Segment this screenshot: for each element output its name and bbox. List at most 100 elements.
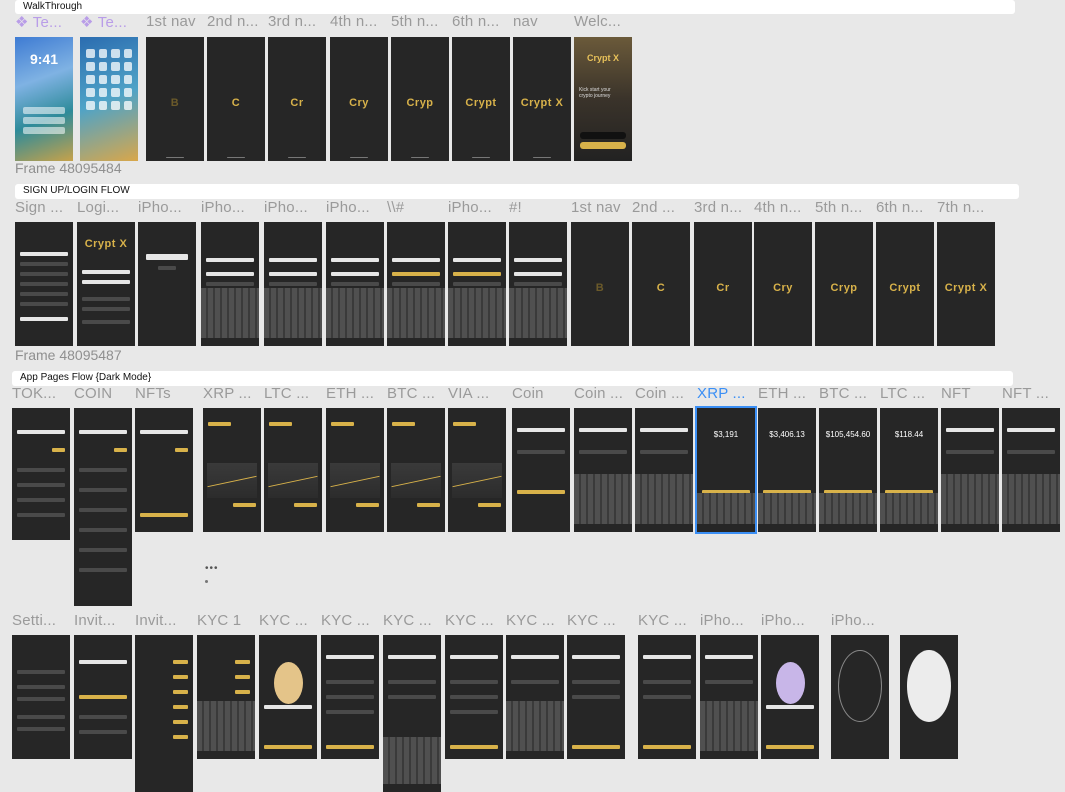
splash-screen-5[interactable]: Cryp [391,37,449,161]
frame-label[interactable]: Coin [512,385,570,402]
splash-screen-3[interactable]: Cr [694,222,752,346]
frame-title[interactable]: Frame 48095487 [15,347,122,363]
frame-label[interactable]: NFTs [135,385,193,402]
frame-label[interactable]: KYC ... [506,612,564,629]
frame-label[interactable]: 5th n... [815,199,873,216]
documents-submitted-screen[interactable] [761,635,819,759]
frame-label[interactable]: #! [509,199,567,216]
token-screen[interactable] [12,408,70,540]
frame-label[interactable]: BTC ... [819,385,877,402]
btc-amount-screen[interactable]: $105,454.60 [819,408,877,532]
password-screen[interactable] [201,222,259,346]
kyc-screen[interactable] [445,635,503,759]
frame-label[interactable]: KYC ... [567,612,625,629]
frame-label[interactable]: 4th n... [330,13,388,30]
nft-amount-screen[interactable] [1002,408,1060,532]
xrp-amount-screen[interactable]: $3,191 [695,406,757,534]
frame-label[interactable]: Logi... [77,199,135,216]
frame-label[interactable]: XRP ... [203,385,261,402]
frame-label[interactable]: TOK... [12,385,70,402]
frame-label[interactable]: ETH ... [326,385,384,402]
frame-label[interactable]: \\# [387,199,445,216]
kyc-screen[interactable] [321,635,379,759]
frame-label[interactable]: ETH ... [758,385,816,402]
password-screen[interactable] [448,222,506,346]
frame-label[interactable]: 7th n... [937,199,995,216]
frame-label[interactable]: NFT ... [1002,385,1060,402]
kyc-screen[interactable] [383,635,441,792]
frame-label[interactable]: Setti... [12,612,70,629]
ltc-amount-screen[interactable]: $118.44 [880,408,938,532]
frame-label[interactable]: 1st nav [571,199,629,216]
frame-label[interactable]: KYC ... [445,612,503,629]
splash-screen-1[interactable]: B [571,222,629,346]
splash-screen-2[interactable]: C [632,222,690,346]
coin-screen[interactable] [74,408,132,606]
walkthrough-banner[interactable]: WalkThrough [15,0,1015,14]
frame-label[interactable]: 6th n... [876,199,934,216]
frame-label[interactable]: Welc... [574,13,632,30]
face-scan-screen[interactable] [831,635,889,759]
frame-label[interactable]: 4th n... [754,199,812,216]
frame-label[interactable]: iPho... [448,199,506,216]
frame-label[interactable]: iPho... [201,199,259,216]
frame-label[interactable]: KYC ... [321,612,379,629]
kyc-screen[interactable] [259,635,317,759]
frame-label[interactable]: Sign ... [15,199,73,216]
nfts-screen[interactable] [135,408,193,532]
splash-screen-1[interactable]: B [146,37,204,161]
frame-label[interactable]: BTC ... [387,385,445,402]
eth-amount-screen[interactable]: $3,406.13 [758,408,816,532]
splash-screen-4[interactable]: Cry [754,222,812,346]
frame-label-selected[interactable]: XRP ... [697,385,755,402]
frame-label[interactable]: iPho... [138,199,196,216]
frame-label[interactable]: NFT [941,385,999,402]
signup-banner[interactable]: SIGN UP/LOGIN FLOW [15,184,1019,199]
invite-contacts-screen[interactable] [135,635,193,792]
frame-label[interactable]: VIA ... [448,385,506,402]
xrp-chart-screen[interactable] [203,408,261,532]
frame-label[interactable]: 3rd n... [268,13,326,30]
frame-label[interactable]: KYC ... [259,612,317,629]
frame-label[interactable]: 3rd n... [694,199,752,216]
frame-label[interactable]: KYC ... [638,612,696,629]
frame-label[interactable]: 1st nav [146,13,204,30]
coin-amount-screen[interactable] [512,408,570,532]
invite-contacts-screen[interactable] [197,635,255,759]
frame-label[interactable]: iPho... [831,612,889,629]
btc-chart-screen[interactable] [387,408,445,532]
splash-screen-7[interactable]: Crypt X [513,37,571,161]
get-started-button[interactable] [580,142,626,149]
splash-screen-6[interactable]: Crypt [876,222,934,346]
frame-label[interactable]: ❖ Te... [80,13,140,31]
settings-screen[interactable] [12,635,70,759]
coin-amount-screen[interactable] [574,408,632,532]
frame-label[interactable]: iPho... [326,199,384,216]
splash-screen-4[interactable]: Cry [330,37,388,161]
frame-label[interactable]: Invit... [74,612,132,629]
eth-chart-screen[interactable] [326,408,384,532]
lock-screen[interactable]: 9:41 [15,37,73,161]
frame-label[interactable]: 5th n... [391,13,449,30]
frame-label[interactable]: 6th n... [452,13,510,30]
splash-screen-6[interactable]: Crypt [452,37,510,161]
frame-label[interactable]: iPho... [264,199,322,216]
kyc-screen[interactable] [506,635,564,759]
frame-label[interactable]: KYC ... [383,612,441,629]
password-screen[interactable] [387,222,445,346]
frame-label[interactable]: iPho... [700,612,758,629]
signup-screen[interactable] [15,222,73,346]
welcome-screen[interactable]: Crypt X Kick start your crypto journey [574,37,632,161]
frame-label[interactable]: LTC ... [880,385,938,402]
frame-label[interactable]: 2nd n... [207,13,265,30]
frame-label[interactable]: Coin ... [574,385,632,402]
ltc-chart-screen[interactable] [264,408,322,532]
password-screen[interactable] [509,222,567,346]
frame-label[interactable]: Coin ... [635,385,693,402]
splash-screen-3[interactable]: Cr [268,37,326,161]
splash-screen-7[interactable]: Crypt X [937,222,995,346]
otp-screen[interactable] [138,222,196,346]
nft-amount-screen[interactable] [941,408,999,532]
face-scan-screen[interactable] [900,635,958,759]
splash-screen-2[interactable]: C [207,37,265,161]
